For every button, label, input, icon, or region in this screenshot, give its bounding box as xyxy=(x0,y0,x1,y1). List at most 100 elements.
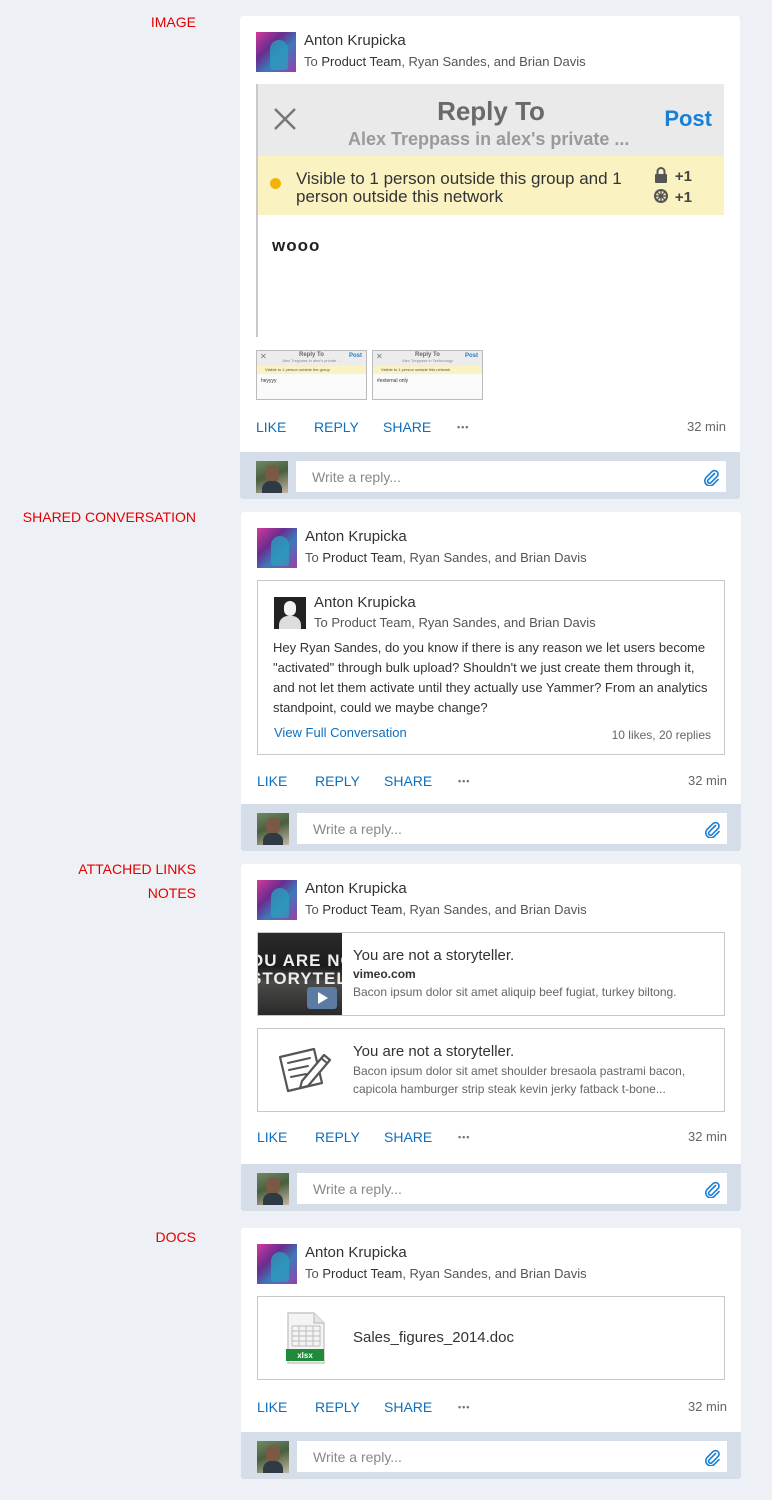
lock-count: +1 xyxy=(654,167,692,185)
recipients-prefix: To xyxy=(304,54,322,69)
timestamp: 32 min xyxy=(687,1399,727,1414)
link-description: Bacon ipsum dolor sit amet aliquip beef … xyxy=(353,985,677,999)
author-name[interactable]: Anton Krupicka xyxy=(305,1244,407,1262)
network-count: +1 xyxy=(653,189,692,206)
shared-recipients: To Product Team, Ryan Sandes, and Brian … xyxy=(314,615,596,630)
recipients: To Product Team, Ryan Sandes, and Brian … xyxy=(305,1266,587,1282)
document-name[interactable]: Sales_figures_2014.doc xyxy=(353,1329,514,1346)
note-attachment[interactable]: You are not a storyteller. Bacon ipsum d… xyxy=(257,1028,725,1112)
post-actions: LIKE REPLY SHARE ••• 32 min xyxy=(257,1398,727,1416)
avatar xyxy=(256,461,288,493)
reply-input[interactable] xyxy=(296,461,726,492)
note-description: Bacon ipsum dolor sit amet shoulder bres… xyxy=(353,1064,686,1096)
section-label-docs: DOCS xyxy=(155,1229,196,1245)
video-thumb-text: OU ARE NOT xyxy=(258,951,342,970)
image-header: Reply To Alex Treppass in alex's private… xyxy=(258,84,724,156)
reply-button[interactable]: REPLY xyxy=(315,1128,360,1146)
avatar[interactable] xyxy=(257,528,297,568)
reply-input[interactable] xyxy=(297,1441,727,1472)
recipients-rest: , Ryan Sandes, and Brian Davis xyxy=(402,1266,587,1281)
image-thumbnail-1[interactable]: ✕ Reply To Alex Treppass in alex's priva… xyxy=(256,350,367,400)
attach-icon[interactable] xyxy=(703,820,721,838)
image-thumbnail-2[interactable]: ✕ Reply To Alex Treppass in Technology P… xyxy=(372,350,483,400)
recipients-prefix: To xyxy=(305,1266,323,1281)
recipients-rest: , Ryan Sandes, and Brian Davis xyxy=(402,550,587,565)
reply-button[interactable]: REPLY xyxy=(315,1398,360,1416)
reply-bar xyxy=(241,1164,741,1211)
recipient-group[interactable]: Product Team xyxy=(322,550,402,565)
file-type-badge: xlsx xyxy=(297,1351,313,1360)
recipient-group[interactable]: Product Team xyxy=(322,1266,402,1281)
visibility-warning: Visible to 1 person outside this group a… xyxy=(258,156,724,215)
shared-conversation[interactable]: Anton Krupicka To Product Team, Ryan San… xyxy=(257,580,725,755)
avatar[interactable] xyxy=(256,32,296,72)
share-button[interactable]: SHARE xyxy=(383,418,431,436)
reply-button[interactable]: REPLY xyxy=(314,418,359,436)
thumb-header: ✕ Reply To Alex Treppass in alex's priva… xyxy=(257,351,366,366)
link-attachment[interactable]: OU ARE NOT STORYTELLER You are not a sto… xyxy=(257,932,725,1016)
network-icon xyxy=(653,189,668,203)
post-header: Anton Krupicka To Product Team, Ryan San… xyxy=(257,880,727,920)
document-attachment[interactable]: xlsx Sales_figures_2014.doc xyxy=(257,1296,725,1380)
post-card-docs: Anton Krupicka To Product Team, Ryan San… xyxy=(241,1228,741,1479)
thumb-warning: Visible to 1 person outside this network xyxy=(373,366,482,374)
more-button[interactable]: ••• xyxy=(458,772,470,790)
image-body-text: wooo xyxy=(272,236,321,255)
view-full-conversation-link[interactable]: View Full Conversation xyxy=(274,725,407,740)
reply-bar xyxy=(241,1432,741,1479)
video-thumbnail[interactable]: OU ARE NOT STORYTELLER xyxy=(258,933,342,1015)
avatar xyxy=(257,813,289,845)
author-name[interactable]: Anton Krupicka xyxy=(304,32,406,50)
warning-dot xyxy=(270,178,281,189)
thumb-body: #external only xyxy=(377,378,409,384)
post-header: Anton Krupicka To Product Team, Ryan San… xyxy=(257,528,727,568)
author-name[interactable]: Anton Krupicka xyxy=(305,528,407,546)
link-domain: vimeo.com xyxy=(353,967,416,981)
like-button[interactable]: LIKE xyxy=(257,1398,287,1416)
attach-icon[interactable] xyxy=(703,1180,721,1198)
recipients: To Product Team, Ryan Sandes, and Brian … xyxy=(305,902,587,918)
note-title[interactable]: You are not a storyteller. xyxy=(353,1043,514,1060)
more-button[interactable]: ••• xyxy=(457,418,469,436)
shared-body-text: Hey Ryan Sandes, do you know if there is… xyxy=(273,640,708,715)
more-button[interactable]: ••• xyxy=(458,1128,470,1146)
attach-icon[interactable] xyxy=(702,468,720,486)
section-label-notes: NOTES xyxy=(147,885,196,901)
share-button[interactable]: SHARE xyxy=(384,772,432,790)
share-button[interactable]: SHARE xyxy=(384,1128,432,1146)
avatar xyxy=(257,1441,289,1473)
recipient-group[interactable]: Product Team xyxy=(322,902,402,917)
shared-author-name[interactable]: Anton Krupicka xyxy=(314,594,416,611)
note-icon xyxy=(278,1047,332,1093)
like-button[interactable]: LIKE xyxy=(256,418,286,436)
author-name[interactable]: Anton Krupicka xyxy=(305,880,407,898)
reply-input[interactable] xyxy=(297,1173,727,1204)
avatar xyxy=(274,597,306,629)
post-header: Anton Krupicka To Product Team, Ryan San… xyxy=(257,1244,727,1284)
more-button[interactable]: ••• xyxy=(458,1398,470,1416)
reply-bar xyxy=(241,804,741,851)
avatar[interactable] xyxy=(257,1244,297,1284)
attach-icon[interactable] xyxy=(703,1448,721,1466)
like-button[interactable]: LIKE xyxy=(257,1128,287,1146)
timestamp: 32 min xyxy=(687,1129,727,1144)
recipients-rest: , Ryan Sandes, and Brian Davis xyxy=(402,902,587,917)
reply-input[interactable] xyxy=(297,813,727,844)
share-button[interactable]: SHARE xyxy=(384,1398,432,1416)
post-card-shared: Anton Krupicka To Product Team, Ryan San… xyxy=(241,512,741,851)
reply-bar xyxy=(240,452,740,499)
lock-count-value: +1 xyxy=(674,168,692,185)
post-card-image: Anton Krupicka To Product Team, Ryan San… xyxy=(240,16,740,499)
section-label-shared: SHARED CONVERSATION xyxy=(22,509,196,525)
like-button[interactable]: LIKE xyxy=(257,772,287,790)
thumb-post: Post xyxy=(348,353,362,359)
recipients: To Product Team, Ryan Sandes, and Brian … xyxy=(305,550,587,566)
play-icon[interactable] xyxy=(307,987,337,1009)
timestamp: 32 min xyxy=(686,419,726,434)
document-icon: xlsx xyxy=(286,1312,325,1364)
avatar[interactable] xyxy=(257,880,297,920)
reply-button[interactable]: REPLY xyxy=(315,772,360,790)
attached-image[interactable]: Reply To Alex Treppass in alex's private… xyxy=(256,84,724,337)
recipient-group[interactable]: Product Team xyxy=(321,54,401,69)
link-title[interactable]: You are not a storyteller. xyxy=(353,947,514,964)
